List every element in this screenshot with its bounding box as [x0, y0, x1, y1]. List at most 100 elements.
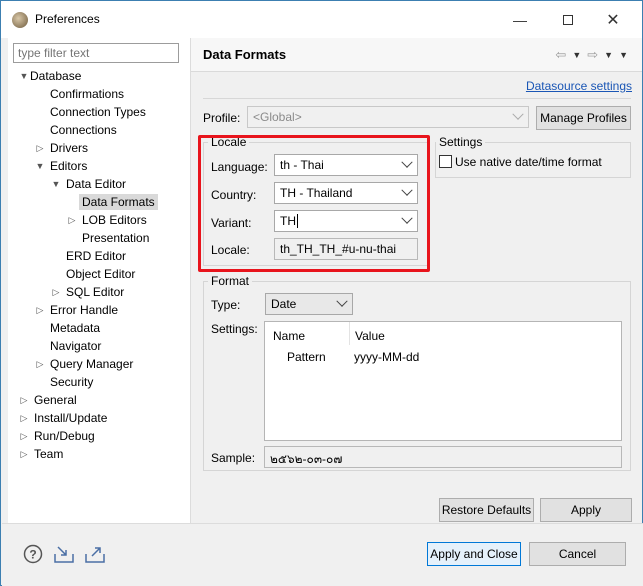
tree-item-general[interactable]: ▷ General [18, 391, 77, 409]
profile-select: <Global> [247, 106, 529, 128]
tree-label: Run/Debug [34, 429, 95, 443]
tree-item-connection-types[interactable]: Connection Types [50, 103, 146, 121]
tree-item-install-update[interactable]: ▷ Install/Update [18, 409, 108, 427]
format-settings-table[interactable]: Name Value Pattern yyyy-MM-dd [264, 321, 622, 441]
forward-arrow-icon[interactable]: ⇨ [587, 47, 598, 63]
tree-label: Metadata [50, 321, 101, 335]
tree-label: Install/Update [34, 411, 108, 425]
sample-label: Sample: [211, 451, 256, 465]
tree-item-object-editor[interactable]: Object Editor [66, 265, 135, 283]
tree-item-team[interactable]: ▷ Team [18, 445, 64, 463]
page-header: Data Formats ⇦ ▼ ⇨ ▼ ▼ [191, 38, 642, 72]
tree-label: Security [50, 375, 94, 389]
chevron-right-icon[interactable]: ▷ [34, 143, 46, 154]
column-header-value[interactable]: Value [355, 329, 385, 343]
cancel-label: Cancel [558, 547, 597, 561]
back-arrow-icon[interactable]: ⇦ [555, 47, 566, 63]
tree-item-run-debug[interactable]: ▷ Run/Debug [18, 427, 95, 445]
type-select[interactable]: Date [265, 293, 353, 315]
tree-label: Connection Types [50, 105, 146, 119]
chevron-right-icon[interactable]: ▷ [50, 287, 62, 298]
preference-page: Data Formats ⇦ ▼ ⇨ ▼ ▼ Datasource settin… [191, 38, 642, 523]
page-nav: ⇦ ▼ ⇨ ▼ ▼ [555, 47, 628, 63]
format-group-title: Format [208, 274, 253, 288]
table-cell-name[interactable]: Pattern [287, 350, 326, 364]
tree-item-connections[interactable]: Connections [50, 121, 117, 139]
apply-and-close-label: Apply and Close [430, 547, 518, 561]
import-icon[interactable] [53, 543, 75, 565]
tree-item-confirmations[interactable]: Confirmations [50, 85, 124, 103]
manage-profiles-button[interactable]: Manage Profiles [536, 106, 631, 130]
column-header-name[interactable]: Name [273, 329, 305, 343]
tree-item-editors[interactable]: ▼ Editors [34, 157, 88, 175]
manage-profiles-label: Manage Profiles [540, 111, 627, 125]
tree-label: ERD Editor [66, 249, 127, 263]
tree-label: Query Manager [50, 357, 134, 371]
tree-item-lob-editors[interactable]: ▷ LOB Editors [66, 211, 147, 229]
chevron-right-icon[interactable]: ▷ [34, 305, 46, 316]
dialog-button-bar: ? Apply and Close Cancel [2, 523, 643, 586]
tree-item-drivers[interactable]: ▷ Drivers [34, 139, 88, 157]
tree-label: General [34, 393, 77, 407]
app-icon [12, 12, 28, 28]
chevron-right-icon[interactable]: ▷ [18, 431, 30, 442]
tree-item-data-formats[interactable]: Data Formats [79, 193, 158, 211]
tree-label: LOB Editors [82, 213, 147, 227]
table-cell-value[interactable]: yyyy-MM-dd [354, 350, 419, 364]
back-dropdown-icon[interactable]: ▼ [572, 50, 581, 63]
chevron-right-icon[interactable]: ▷ [18, 449, 30, 460]
view-menu-icon[interactable]: ▼ [619, 50, 628, 63]
tree-item-erd-editor[interactable]: ERD Editor [66, 247, 126, 265]
column-separator[interactable] [349, 322, 350, 345]
chevron-right-icon[interactable]: ▷ [34, 359, 46, 370]
tree-item-error-handle[interactable]: ▷ Error Handle [34, 301, 119, 319]
tree-label: Error Handle [50, 303, 119, 317]
apply-label: Apply [570, 503, 602, 517]
type-label: Type: [211, 298, 241, 312]
tree-item-metadata[interactable]: Metadata [50, 319, 100, 337]
tree-item-security[interactable]: Security [50, 373, 93, 391]
chevron-down-icon[interactable]: ▼ [18, 71, 30, 81]
tree-item-sql-editor[interactable]: ▷ SQL Editor [50, 283, 125, 301]
chevron-right-icon[interactable]: ▷ [18, 395, 30, 406]
settings-group-title: Settings [436, 135, 486, 149]
page-title: Data Formats [203, 47, 287, 62]
chevron-right-icon[interactable]: ▷ [18, 413, 30, 424]
export-icon[interactable] [84, 543, 106, 565]
tree-label: Drivers [50, 141, 88, 155]
maximize-icon [563, 15, 573, 25]
tree-item-navigator[interactable]: Navigator [50, 337, 101, 355]
forward-dropdown-icon[interactable]: ▼ [604, 50, 613, 63]
type-value: Date [271, 297, 297, 311]
help-icon[interactable]: ? [22, 543, 44, 565]
preferences-sidebar: ▼Database Confirmations Connection Types… [8, 38, 190, 523]
datasource-settings-link[interactable]: Datasource settings [526, 79, 632, 93]
tree-label: Navigator [50, 339, 102, 353]
chevron-down-icon[interactable]: ▼ [34, 161, 46, 171]
tree-label: Connections [50, 123, 117, 137]
close-button[interactable]: ✕ [591, 5, 635, 35]
tree-item-query-manager[interactable]: ▷ Query Manager [34, 355, 134, 373]
highlight-box [198, 135, 430, 272]
sample-field: ๒๕๖๒-๐๓-๐๗ [264, 446, 622, 468]
apply-and-close-button[interactable]: Apply and Close [427, 542, 521, 566]
chevron-down-icon [336, 295, 348, 307]
settings-label: Settings: [211, 322, 258, 336]
native-datetime-checkbox[interactable] [439, 155, 452, 168]
chevron-down-icon[interactable]: ▼ [50, 179, 62, 189]
svg-text:?: ? [29, 548, 36, 562]
tree-label: Data Formats [79, 194, 158, 210]
restore-defaults-label: Restore Defaults [441, 503, 532, 517]
tree-item-presentation[interactable]: Presentation [82, 229, 149, 247]
tree-label: Team [34, 447, 64, 461]
tree-item-data-editor[interactable]: ▼ Data Editor [50, 175, 127, 193]
tree-item-database[interactable]: ▼ Database [18, 67, 82, 85]
cancel-button[interactable]: Cancel [529, 542, 626, 566]
apply-button[interactable]: Apply [540, 498, 632, 522]
minimize-button[interactable]: — [498, 5, 542, 35]
filter-input[interactable] [13, 43, 179, 63]
maximize-button[interactable] [546, 5, 590, 35]
restore-defaults-button[interactable]: Restore Defaults [439, 498, 534, 522]
tree-label: Confirmations [50, 87, 125, 101]
chevron-right-icon[interactable]: ▷ [66, 215, 78, 226]
